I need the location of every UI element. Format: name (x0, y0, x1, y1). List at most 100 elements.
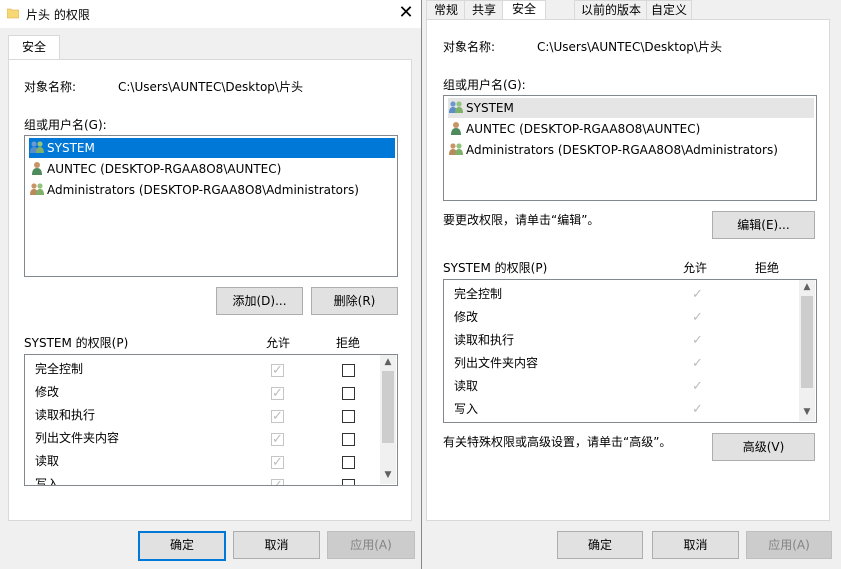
cancel-button[interactable]: 取消 (233, 531, 320, 559)
tab-sharing[interactable]: 共享 (464, 0, 504, 20)
permission-row: 列出文件夹内容 (454, 352, 538, 375)
users-group-icon (30, 183, 44, 195)
permission-label: 写入 (35, 477, 60, 486)
scrollbar[interactable]: ▲ ▼ (380, 355, 396, 484)
advanced-button[interactable]: 高级(V) (712, 433, 815, 461)
users-group-icon (449, 143, 463, 155)
deny-checkbox[interactable] (342, 364, 355, 377)
permission-label: 读取 (454, 379, 479, 393)
scroll-up-icon[interactable]: ▲ (381, 357, 395, 367)
list-item[interactable]: AUNTEC (DESKTOP-RGAA8O8\AUNTEC) (448, 119, 700, 139)
permission-label: 读取和执行 (454, 333, 515, 347)
scroll-thumb[interactable] (801, 296, 813, 388)
list-item[interactable]: SYSTEM (448, 98, 814, 118)
scroll-up-icon[interactable]: ▲ (800, 282, 814, 292)
permission-label: 完全控制 (454, 287, 503, 301)
edit-hint: 要更改权限，请单击“编辑”。 (443, 213, 600, 227)
allow-checkbox[interactable]: ✓ (271, 433, 284, 446)
permission-label: 完全控制 (35, 362, 84, 376)
user-icon (451, 122, 461, 135)
permission-row: 修改 (35, 381, 59, 404)
scrollbar[interactable]: ▲ ▼ (799, 280, 815, 421)
allow-header: 允许 (266, 336, 291, 350)
allow-checkbox[interactable]: ✓ (271, 387, 284, 400)
permissions-dialog: 片头 的权限 ✕ 安全 对象名称: C:\Users\AUNTEC\Deskto… (0, 0, 422, 569)
list-item-label: AUNTEC (DESKTOP-RGAA8O8\AUNTEC) (47, 162, 282, 176)
permission-row: 写入 (454, 398, 478, 421)
add-button[interactable]: 添加(D)... (216, 287, 303, 315)
permission-row: 读取和执行 (454, 329, 514, 352)
group-label: 组或用户名(G): (443, 78, 526, 92)
allow-checkbox[interactable]: ✓ (271, 456, 284, 469)
users-group-icon (30, 141, 44, 153)
check-icon: ✓ (692, 402, 703, 417)
close-button[interactable]: ✕ (395, 2, 417, 24)
apply-button[interactable]: 应用(A) (746, 531, 832, 559)
list-item-label: SYSTEM (47, 141, 95, 155)
properties-dialog: 常规 共享 安全 以前的版本 自定义 对象名称: C:\Users\AUNTEC… (422, 0, 841, 569)
user-list[interactable]: SYSTEM AUNTEC (DESKTOP-RGAA8O8\AUNTEC) A… (443, 95, 817, 201)
cancel-button[interactable]: 取消 (652, 531, 739, 559)
permission-label: 读取和执行 (35, 408, 96, 422)
edit-button[interactable]: 编辑(E)... (712, 211, 815, 239)
title-bar: 片头 的权限 ✕ (0, 0, 421, 28)
tab-label: 以前的版本 (580, 3, 641, 17)
permissions-title: SYSTEM 的权限(P) (24, 336, 129, 350)
deny-header: 拒绝 (336, 336, 361, 350)
permission-label: 列出文件夹内容 (35, 431, 120, 445)
ok-button[interactable]: 确定 (557, 531, 643, 559)
group-label: 组或用户名(G): (24, 118, 107, 132)
tab-customize[interactable]: 自定义 (646, 0, 692, 20)
list-item[interactable]: Administrators (DESKTOP-RGAA8O8\Administ… (29, 180, 359, 200)
permission-label: 列出文件夹内容 (454, 356, 539, 370)
check-icon: ✓ (692, 379, 703, 394)
allow-checkbox[interactable]: ✓ (271, 364, 284, 377)
list-item-label: Administrators (DESKTOP-RGAA8O8\Administ… (47, 183, 359, 197)
scroll-down-icon[interactable]: ▼ (381, 470, 395, 480)
folder-icon (7, 8, 19, 19)
allow-checkbox[interactable]: ✓ (271, 479, 284, 485)
object-path: C:\Users\AUNTEC\Desktop\片头 (537, 40, 722, 54)
ok-button[interactable]: 确定 (138, 531, 226, 561)
permissions-list[interactable]: 完全控制 修改 读取和执行 列出文件夹内容 读取 写入 ✓ ✓ ✓ ✓ ✓ ✓ … (443, 279, 817, 423)
advanced-hint: 有关特殊权限或高级设置，请单击“高级”。 (443, 435, 672, 449)
tab-label: 安全 (511, 2, 536, 16)
list-item-label: AUNTEC (DESKTOP-RGAA8O8\AUNTEC) (466, 122, 701, 136)
tab-security[interactable]: 安全 (8, 35, 60, 60)
tab-label: 共享 (471, 3, 496, 17)
allow-header: 允许 (683, 261, 708, 275)
list-item-label: SYSTEM (466, 101, 514, 115)
user-list[interactable]: SYSTEM AUNTEC (DESKTOP-RGAA8O8\AUNTEC) A… (24, 135, 398, 277)
allow-checkbox[interactable]: ✓ (271, 410, 284, 423)
check-icon: ✓ (692, 310, 703, 325)
tab-previous-versions[interactable]: 以前的版本 (574, 0, 648, 20)
permissions-list[interactable]: 完全控制 修改 读取和执行 列出文件夹内容 读取 写入 ✓ ✓ ✓ ✓ ✓ ✓ … (24, 354, 398, 486)
object-name-label: 对象名称: (443, 40, 496, 54)
permission-row: 完全控制 (454, 283, 502, 306)
list-item-label: Administrators (DESKTOP-RGAA8O8\Administ… (466, 143, 778, 157)
permission-row: 写入 (35, 473, 60, 486)
deny-checkbox[interactable] (342, 456, 355, 469)
check-icon: ✓ (692, 333, 703, 348)
list-item[interactable]: AUNTEC (DESKTOP-RGAA8O8\AUNTEC) (29, 159, 281, 179)
deny-checkbox[interactable] (342, 410, 355, 423)
scroll-down-icon[interactable]: ▼ (800, 407, 814, 417)
permission-label: 修改 (35, 385, 60, 399)
list-item[interactable]: SYSTEM (29, 138, 395, 158)
tab-label: 常规 (433, 3, 458, 17)
permission-label: 写入 (454, 402, 479, 416)
apply-button[interactable]: 应用(A) (327, 531, 415, 559)
object-name-label: 对象名称: (24, 80, 77, 94)
tab-general[interactable]: 常规 (426, 0, 466, 20)
deny-checkbox[interactable] (342, 479, 355, 485)
deny-checkbox[interactable] (342, 433, 355, 446)
permission-row: 读取 (454, 375, 478, 398)
check-icon: ✓ (692, 287, 703, 302)
permission-row: 读取和执行 (35, 404, 95, 427)
permission-row: 完全控制 (35, 358, 83, 381)
deny-checkbox[interactable] (342, 387, 355, 400)
remove-button[interactable]: 删除(R) (311, 287, 398, 315)
scroll-thumb[interactable] (382, 371, 394, 443)
list-item[interactable]: Administrators (DESKTOP-RGAA8O8\Administ… (448, 140, 778, 160)
permission-label: 读取 (35, 454, 60, 468)
